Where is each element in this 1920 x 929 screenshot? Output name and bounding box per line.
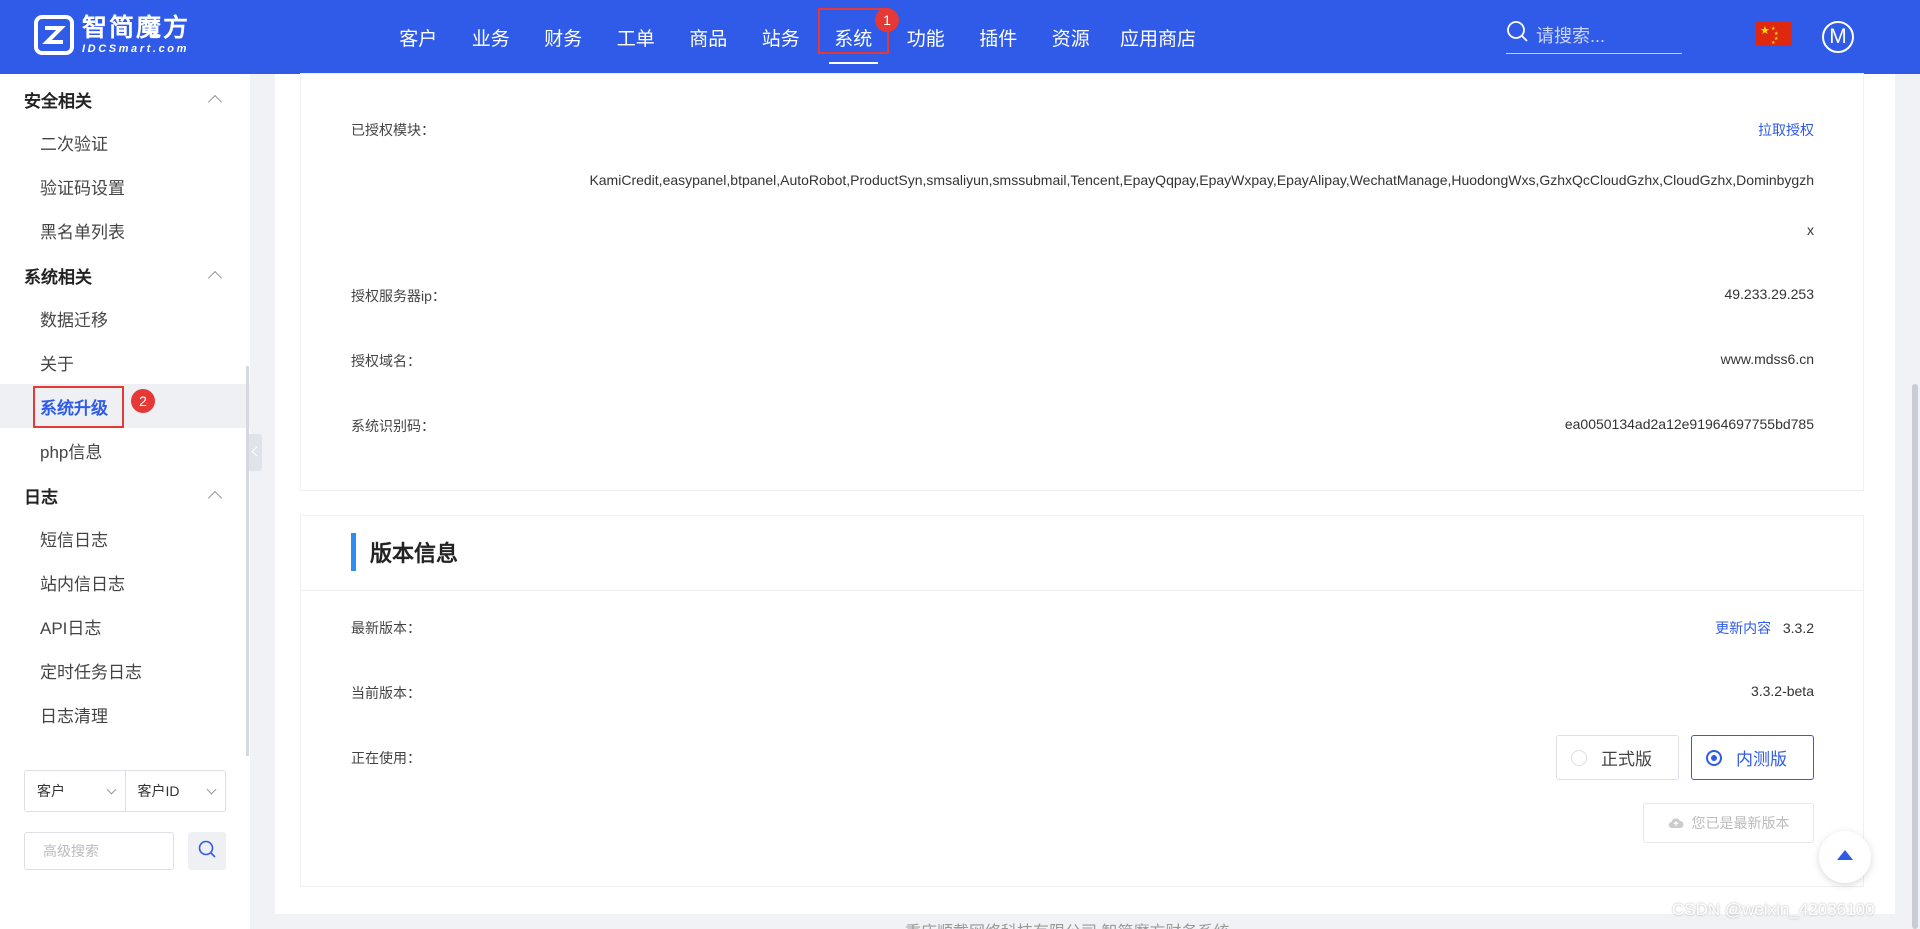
logo-text-cn: 智简魔方 xyxy=(82,14,191,42)
chevron-up-icon xyxy=(207,270,223,286)
nav-app-store[interactable]: 应用商店 xyxy=(1107,0,1209,74)
sidebar-item-migration[interactable]: 数据迁移 xyxy=(0,296,250,340)
search-icon xyxy=(1506,20,1530,49)
sidebar-item-2fa[interactable]: 二次验证 xyxy=(0,120,250,164)
version-section-title: 版本信息 xyxy=(351,533,458,571)
footer-copyright: 重庆顺戴网络科技有限公司 智简魔方财务系统 xyxy=(905,918,1229,929)
step-badge-1: 1 xyxy=(875,8,899,32)
system-id-label: 系统识别码： xyxy=(351,418,435,434)
pull-license-link[interactable]: 拉取授权 xyxy=(1758,120,1814,140)
page-scrollbar[interactable] xyxy=(1912,384,1918,929)
already-latest-button[interactable]: 您已是最新版本 xyxy=(1643,803,1814,843)
logo[interactable]: 智简魔方 IDCSmart.com xyxy=(34,14,190,56)
sidebar-item-sms-log[interactable]: 短信日志 xyxy=(0,516,250,560)
sidebar-collapse-handle[interactable] xyxy=(249,434,262,471)
china-flag-icon[interactable]: ★ ★ ★ ★ ★ xyxy=(1756,22,1792,46)
logo-text-en: IDCSmart.com xyxy=(82,43,189,55)
system-id-value: ea0050134ad2a12e91964697755bd785 xyxy=(1564,416,1814,432)
radio-beta[interactable]: 内测版 xyxy=(1691,735,1814,780)
latest-version-label: 最新版本： xyxy=(351,620,421,636)
search-icon xyxy=(197,839,217,864)
nav-business[interactable]: 业务 xyxy=(455,0,528,74)
radio-circle-icon xyxy=(1571,749,1587,766)
chevron-up-icon xyxy=(207,490,223,506)
logo-icon xyxy=(34,15,74,55)
step-badge-2: 2 xyxy=(131,389,155,413)
filter-type-select[interactable]: 客户 xyxy=(25,771,125,811)
server-ip-label: 授权服务器ip： xyxy=(351,288,446,304)
nav-products[interactable]: 商品 xyxy=(672,0,745,74)
search-placeholder: 请搜索... xyxy=(1536,25,1606,46)
chevron-down-icon xyxy=(106,784,116,794)
sidebar-item-upgrade[interactable]: 系统升级 xyxy=(0,384,250,428)
global-search[interactable]: 请搜索... xyxy=(1506,16,1682,54)
radio-checked-icon xyxy=(1706,749,1722,766)
sidebar-scrollbar[interactable] xyxy=(246,366,249,756)
sidebar-item-phpinfo[interactable]: php信息 xyxy=(0,428,250,472)
nav-site[interactable]: 站务 xyxy=(745,0,818,74)
sidebar-item-about[interactable]: 关于 xyxy=(0,340,250,384)
modules-label: 已授权模块： xyxy=(351,122,435,138)
sidebar-item-message-log[interactable]: 站内信日志 xyxy=(0,560,250,604)
cloud-upload-icon xyxy=(1668,817,1684,829)
sidebar-item-blacklist[interactable]: 黑名单列表 xyxy=(0,208,250,252)
arrow-up-icon xyxy=(1836,848,1854,866)
nav-features[interactable]: 功能 xyxy=(890,0,963,74)
top-header: 智简魔方 IDCSmart.com 客户 业务 财务 工单 商品 站务 系统 功… xyxy=(0,0,1920,74)
radio-stable[interactable]: 正式版 xyxy=(1556,735,1679,780)
changelog-link[interactable]: 更新内容 xyxy=(1715,620,1771,636)
chevron-down-icon xyxy=(206,784,217,794)
nav-customers[interactable]: 客户 xyxy=(382,0,455,74)
divider xyxy=(301,590,1863,591)
sidebar-item-log-cleanup[interactable]: 日志清理 xyxy=(0,692,250,736)
avatar[interactable]: M xyxy=(1822,21,1854,53)
sidebar-group-logs[interactable]: 日志 xyxy=(24,480,224,510)
sidebar-group-security[interactable]: 安全相关 xyxy=(24,84,224,114)
version-card xyxy=(301,516,1863,886)
advanced-search-input[interactable]: 高级搜索 xyxy=(24,832,174,870)
filter-field-select[interactable]: 客户ID xyxy=(124,771,226,811)
customer-filter: 客户 客户ID xyxy=(24,770,226,812)
advanced-search-button[interactable] xyxy=(188,832,226,870)
latest-version-value: 3.3.2 xyxy=(1782,620,1814,636)
channel-label: 正在使用： xyxy=(351,750,421,766)
nav-finance[interactable]: 财务 xyxy=(527,0,600,74)
chevron-up-icon xyxy=(207,94,223,110)
sidebar-item-api-log[interactable]: API日志 xyxy=(0,604,250,648)
nav-tickets[interactable]: 工单 xyxy=(600,0,673,74)
watermark: CSDN @weixin_42036100 xyxy=(1672,900,1875,919)
domain-label: 授权域名： xyxy=(351,353,421,369)
back-to-top-button[interactable] xyxy=(1819,831,1871,883)
nav-plugins[interactable]: 插件 xyxy=(962,0,1035,74)
sidebar-item-captcha[interactable]: 验证码设置 xyxy=(0,164,250,208)
main-nav: 客户 业务 财务 工单 商品 站务 系统 功能 插件 资源 应用商店 xyxy=(382,0,1209,74)
sidebar-item-cron-log[interactable]: 定时任务日志 xyxy=(0,648,250,692)
current-version-value: 3.3.2-beta xyxy=(1750,683,1814,699)
server-ip-value: 49.233.29.253 xyxy=(1724,286,1814,302)
section-accent-bar xyxy=(351,533,356,571)
nav-resources[interactable]: 资源 xyxy=(1035,0,1108,74)
latest-version-row: 更新内容 3.3.2 xyxy=(1715,618,1814,638)
domain-value: www.mdss6.cn xyxy=(1720,351,1814,367)
current-version-label: 当前版本： xyxy=(351,685,421,701)
sidebar-group-system[interactable]: 系统相关 xyxy=(24,260,224,290)
authorized-modules: KamiCredit,easypanel,btpanel,AutoRobot,P… xyxy=(589,172,1814,238)
